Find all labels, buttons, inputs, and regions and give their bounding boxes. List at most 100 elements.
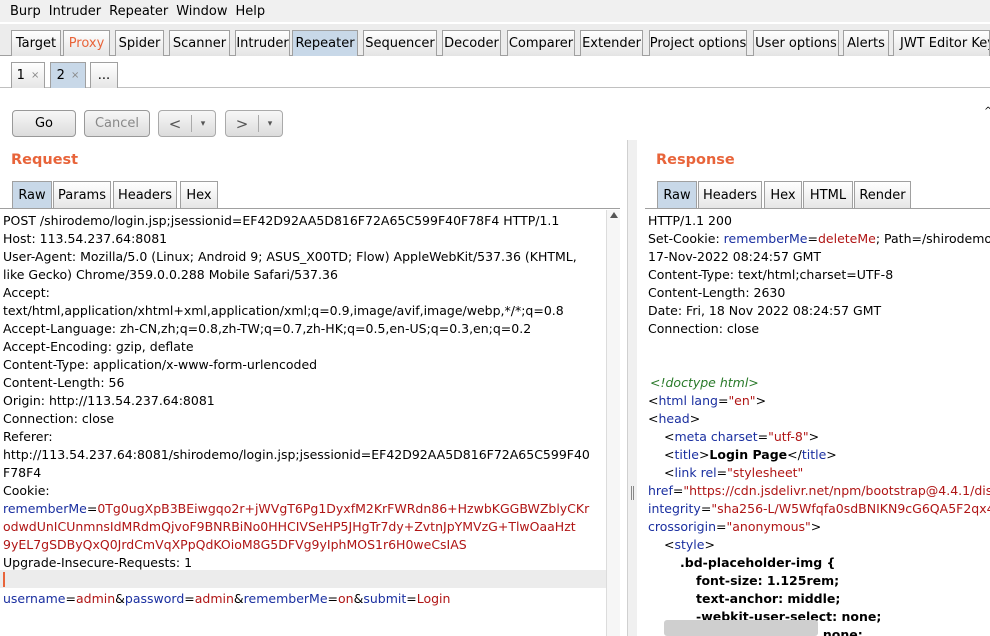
repeater-tab-bar: 1 × 2 × ...	[0, 58, 990, 88]
repeater-tab-2[interactable]: 2 ×	[50, 62, 86, 88]
tab-scanner[interactable]: Scanner	[169, 30, 230, 56]
tab-extender[interactable]: Extender	[580, 30, 643, 56]
response-tab-headers[interactable]: Headers	[698, 181, 762, 208]
tab-intruder[interactable]: Intruder	[235, 30, 290, 56]
response-tab-hex[interactable]: Hex	[764, 181, 802, 208]
tab-jwt-editor-keys[interactable]: JWT Editor Keys	[893, 30, 990, 56]
cancel-button[interactable]: Cancel	[84, 110, 150, 137]
close-icon[interactable]: ×	[71, 70, 79, 81]
attr-value: "en"	[728, 393, 756, 408]
tag-name: head	[658, 411, 690, 426]
attr-name: lang	[690, 393, 718, 408]
equals-sign: =	[406, 591, 417, 606]
tab-alerts[interactable]: Alerts	[843, 30, 889, 56]
equals-sign: =	[807, 231, 818, 246]
equals-sign: =	[327, 591, 338, 606]
cookie-value: 0Tg0ugXpB3BEiwgqo2r+jWVgT6Pg1DyxfM2KrFWR…	[97, 501, 590, 516]
tab-target[interactable]: Target	[11, 30, 61, 56]
menu-bar: Burp Intruder Repeater Window Help	[0, 0, 990, 22]
text-caret	[3, 572, 5, 587]
response-header-line: 17-Nov-2022 08:24:57 GMT	[648, 249, 821, 264]
href-attr-line: href="https://cdn.jsdelivr.net/npm/boots…	[648, 482, 990, 500]
request-line: F78F4	[3, 465, 42, 480]
param-separator: &	[353, 591, 364, 606]
param-separator: &	[233, 591, 244, 606]
request-line: Referer:	[3, 429, 53, 444]
scroll-up-icon[interactable]	[610, 212, 618, 218]
link-tag-line: <link rel="stylesheet"	[664, 465, 804, 480]
tab-decoder[interactable]: Decoder	[442, 30, 501, 56]
menu-window[interactable]: Window	[172, 4, 231, 19]
attr-value: "stylesheet"	[727, 465, 804, 480]
cookie-name: rememberMe	[723, 231, 808, 246]
menu-intruder[interactable]: Intruder	[45, 4, 105, 19]
repeater-tab-label: 2	[56, 68, 65, 83]
meta-tag-line: <meta charset="utf-8">	[664, 429, 820, 444]
back-button[interactable]: < ▾	[158, 110, 216, 137]
cookie-value: deleteMe	[817, 231, 876, 246]
cookie-line: rememberMe=0Tg0ugXpB3BEiwgqo2r+jWVgT6Pg1…	[3, 500, 589, 518]
equals-sign: =	[86, 501, 98, 516]
tab-proxy[interactable]: Proxy	[63, 30, 110, 56]
menu-burp[interactable]: Burp	[6, 4, 45, 19]
tab-comparer[interactable]: Comparer	[507, 30, 575, 56]
tab-user-options[interactable]: User options	[753, 30, 839, 56]
cookie-value-line: 9yEL7gSDByQxQ0JrdCmVqXPpQdKOioM8G5DFVg9y…	[3, 537, 467, 552]
divider	[0, 208, 620, 209]
tab-sequencer[interactable]: Sequencer	[363, 30, 437, 56]
menu-repeater[interactable]: Repeater	[105, 4, 172, 19]
request-line: like Gecko) Chrome/359.0.0.288 Mobile Sa…	[3, 267, 338, 282]
forward-button[interactable]: > ▾	[225, 110, 283, 137]
close-icon[interactable]: ×	[31, 70, 39, 81]
response-header-line: Date: Fri, 18 Nov 2022 08:24:57 GMT	[648, 303, 882, 318]
request-tab-hex[interactable]: Hex	[180, 181, 218, 208]
attr-value: "https://cdn.jsdelivr.net/npm/bootstrap@…	[683, 483, 990, 498]
tool-tab-bar: Target Proxy Spider Scanner Intruder Rep…	[0, 24, 990, 56]
request-line: http://113.54.237.64:8081/shirodemo/logi…	[3, 447, 590, 462]
request-line: Connection: close	[3, 411, 115, 426]
chevron-down-icon[interactable]: ▾	[192, 119, 214, 129]
equals-sign: =	[184, 591, 195, 606]
tab-repeater[interactable]: Repeater	[292, 30, 358, 56]
request-body-line: username=admin&password=admin&rememberMe…	[3, 590, 450, 608]
repeater-tab-new[interactable]: ...	[90, 62, 118, 88]
response-tab-render[interactable]: Render	[854, 181, 911, 208]
response-viewer[interactable]: HTTP/1.1 200 Set-Cookie: rememberMe=dele…	[645, 210, 990, 636]
chevron-down-icon[interactable]: ▾	[259, 119, 281, 129]
response-tab-raw[interactable]: Raw	[657, 181, 697, 208]
tab-project-options[interactable]: Project options	[649, 30, 747, 56]
request-tab-headers[interactable]: Headers	[113, 181, 177, 208]
grip-icon[interactable]	[631, 486, 634, 500]
response-header-line: Content-Length: 2630	[648, 285, 786, 300]
request-scrollbar[interactable]	[606, 210, 620, 636]
param-value: on	[338, 591, 354, 606]
menu-help[interactable]: Help	[232, 4, 270, 19]
response-tab-html[interactable]: HTML	[803, 181, 853, 208]
equals-sign: =	[65, 591, 76, 606]
request-line: POST /shirodemo/login.jsp;jsessionid=EF4…	[3, 213, 560, 228]
cookie-attributes: ; Path=/shirodemo; Max-Age=0; Expires=Th…	[875, 231, 990, 246]
cookie-value-line: odwdUnICUnmnsIdMRdmQjvoF9BNRBiNo0HHCIVSe…	[3, 519, 576, 534]
request-line: Host: 113.54.237.64:8081	[3, 231, 168, 246]
repeater-tab-1[interactable]: 1 ×	[11, 62, 45, 88]
go-button[interactable]: Go	[12, 110, 76, 137]
response-header-line: Connection: close	[648, 321, 760, 336]
cookie-name: rememberMe	[3, 501, 87, 516]
tag-name: style	[674, 537, 705, 552]
request-tab-params[interactable]: Params	[53, 181, 111, 208]
param-value: Login	[416, 591, 451, 606]
head-tag-line: <head>	[648, 411, 701, 426]
title-tag-line: <title>Login Page</title>	[664, 447, 837, 462]
param-name: username	[3, 591, 66, 606]
request-line: Content-Length: 56	[3, 375, 125, 390]
request-title: Request	[11, 152, 79, 168]
css-selector-line: .bd-placeholder-img {	[680, 555, 836, 570]
html-tag-line: <html lang="en">	[648, 393, 767, 408]
request-tab-raw[interactable]: Raw	[12, 181, 52, 208]
pane-splitter[interactable]	[627, 140, 637, 636]
tab-spider[interactable]: Spider	[115, 30, 164, 56]
collapse-icon[interactable]: ^	[984, 106, 990, 117]
repeater-tab-label: 1	[16, 68, 25, 83]
response-horizontal-scroll-thumb[interactable]	[664, 620, 818, 636]
integrity-attr-line: integrity="sha256-L/W5Wfqfa0sdBNIKN9cG6Q…	[648, 500, 990, 518]
